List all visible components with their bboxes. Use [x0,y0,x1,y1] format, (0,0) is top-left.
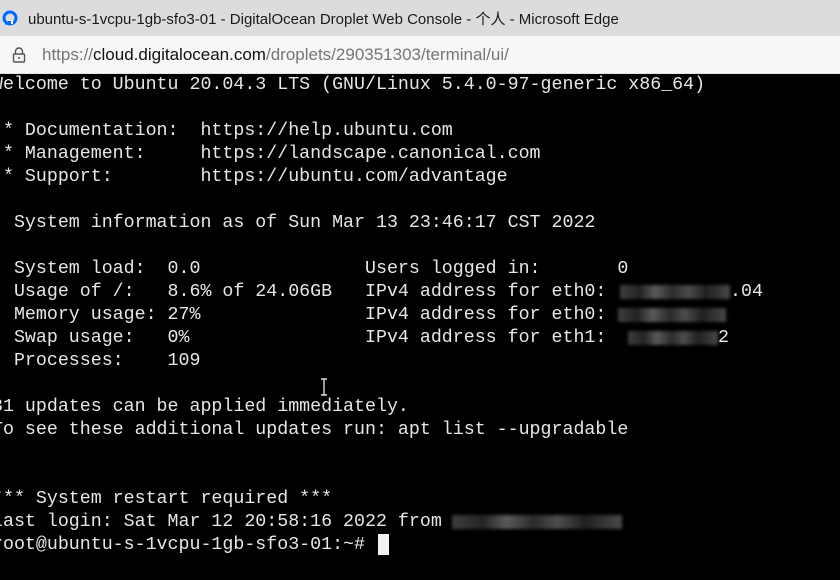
lock-icon[interactable] [12,46,26,63]
terminal-line: Usage of /: 8.6% of 24.06GB IPv4 address… [0,282,618,302]
redacted-ip-eth1 [628,331,718,345]
terminal-line: System information as of Sun Mar 13 23:4… [0,213,596,233]
terminal-line: * Support: https://ubuntu.com/advantage [0,167,508,187]
terminal-line: Welcome to Ubuntu 20.04.3 LTS (GNU/Linux… [0,75,706,95]
redacted-login-host [452,515,622,529]
digitalocean-logo-icon [2,10,18,26]
terminal-console[interactable]: Welcome to Ubuntu 20.04.3 LTS (GNU/Linux… [0,74,840,580]
terminal-line: Last login: Sat Mar 12 20:58:16 2022 fro… [0,512,453,532]
terminal-line: Processes: 109 [0,351,201,371]
window-titlebar[interactable]: ubuntu-s-1vcpu-1gb-sfo3-01 - DigitalOcea… [0,0,840,36]
terminal-line: To see these additional updates run: apt… [0,420,629,440]
terminal-line: System load: 0.0 Users logged in: 0 [0,259,629,279]
terminal-line: *** System restart required *** [0,489,333,509]
terminal-cursor [378,534,389,555]
terminal-prompt: root@ubuntu-s-1vcpu-1gb-sfo3-01:~# [0,535,376,555]
terminal-line: Swap usage: 0% IPv4 address for eth1: [0,328,618,348]
terminal-line: * Documentation: https://help.ubuntu.com [0,121,453,141]
window-title: ubuntu-s-1vcpu-1gb-sfo3-01 - DigitalOcea… [28,10,619,28]
terminal-line: Memory usage: 27% IPv4 address for eth0: [0,305,618,325]
text-cursor-icon [321,378,327,396]
ip-eth0-tail: .04 [730,282,763,302]
address-bar[interactable]: https://cloud.digitalocean.com/droplets/… [0,36,840,74]
url-host: cloud.digitalocean.com [93,44,266,64]
url-path: /droplets/290351303/terminal/ui/ [265,44,509,64]
redacted-ip-eth0 [620,285,730,299]
url-text[interactable]: https://cloud.digitalocean.com/droplets/… [42,45,509,65]
url-scheme: https:// [42,44,94,64]
redacted-ip-eth0-2 [618,308,726,322]
ip-eth1-tail: 2 [718,328,729,348]
terminal-line: * Management: https://landscape.canonica… [0,144,541,164]
terminal-line: 31 updates can be applied immediately. [0,397,409,417]
